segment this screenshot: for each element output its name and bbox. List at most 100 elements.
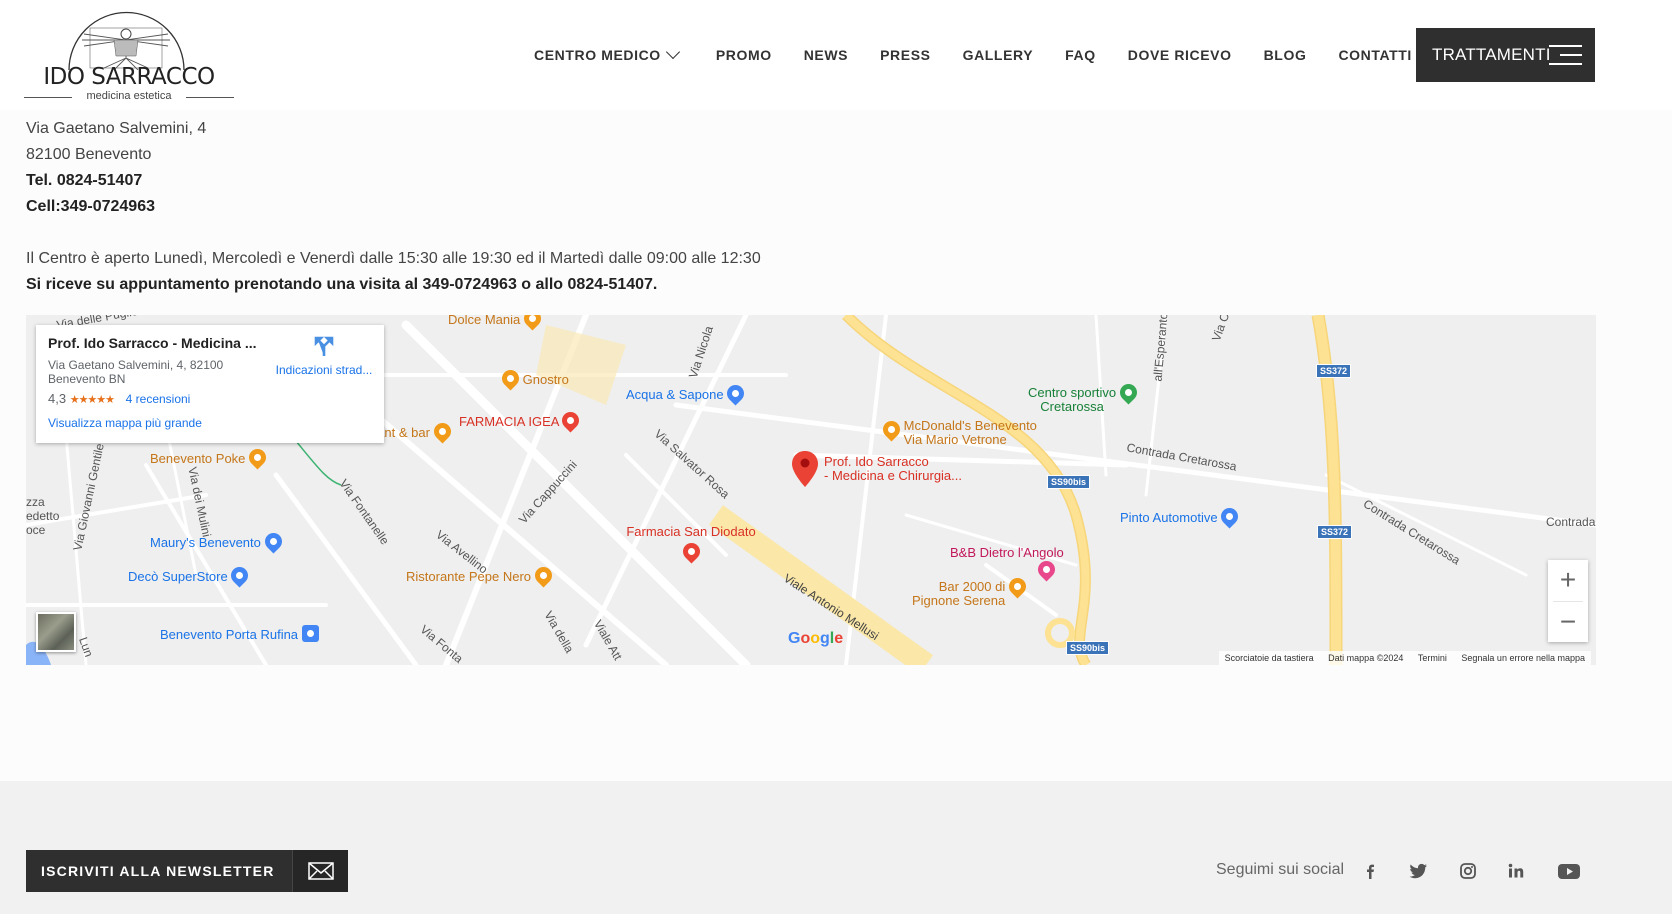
poi-bb-dietro-angolo[interactable]: B&B Dietro l'Angolo xyxy=(950,545,1064,582)
address-line-1: Via Gaetano Salvemini, 4 xyxy=(26,120,207,137)
poi-bar-2000[interactable]: Bar 2000 di Pignone Serena xyxy=(912,574,1030,608)
poi-label: B&B Dietro l'Angolo xyxy=(950,545,1064,560)
poi-farmacia-san-diodato[interactable]: Farmacia San Diodato xyxy=(613,524,769,564)
street-label: Contrada xyxy=(1546,515,1596,529)
nav-label: FAQ xyxy=(1065,47,1096,63)
logo-subtitle: medicina estetica xyxy=(86,90,172,102)
restaurant-pin-icon xyxy=(520,315,545,331)
poi-label: Cretarossa xyxy=(1040,399,1104,414)
envelope-icon xyxy=(292,850,348,892)
map-attribution: Scorciatoie da tastiera Dati mappa ©2024… xyxy=(1218,651,1591,665)
nav-label: NEWS xyxy=(803,47,849,63)
place-rating: 4,3 ★★★★★ 4 recensioni xyxy=(48,391,372,406)
poi-label: Pinto Automotive xyxy=(1120,510,1218,525)
nav-label: CONTATTI xyxy=(1338,47,1412,63)
poi-acqua-sapone[interactable]: Acqua & Sapone xyxy=(626,381,748,406)
poi-sarracco-marker[interactable]: Prof. Ido Sarracco - Medicina e Chirurgia… xyxy=(792,451,962,487)
poi-label: Pignone Serena xyxy=(912,593,1006,608)
logo-divider-right xyxy=(186,97,234,98)
logo-name: IDO SARRACCO xyxy=(43,64,215,90)
poi-label: Farmacia San Diodato xyxy=(626,524,756,539)
trattamenti-label: TRATTAMENTI xyxy=(1432,45,1551,64)
poi-deco[interactable]: Decò SuperStore xyxy=(128,563,252,588)
poi-label: McDonald's Benevento xyxy=(903,418,1037,433)
opening-hours: Il Centro è aperto Lunedì, Mercoledì e V… xyxy=(26,250,761,267)
newsletter-label: ISCRIVITI ALLA NEWSLETTER xyxy=(41,863,275,879)
poi-label: - Medicina e Chirurgia... xyxy=(824,468,962,483)
poi-label: Maury's Benevento xyxy=(150,535,261,550)
poi-pinto-automotive[interactable]: Pinto Automotive xyxy=(1120,504,1242,529)
poi-label: Benevento Porta Rufina xyxy=(160,627,299,642)
train-station-icon xyxy=(301,625,319,643)
nav-label: BLOG xyxy=(1263,47,1307,63)
poi-mcdonalds[interactable]: McDonald's Benevento Via Mario Vetrone xyxy=(879,417,1037,447)
nav-label: CENTRO MEDICO xyxy=(534,47,661,63)
nav-blog[interactable]: BLOG xyxy=(1264,47,1307,63)
zoom-out-button[interactable]: − xyxy=(1548,602,1588,643)
nav-label: DOVE RICEVO xyxy=(1127,47,1232,63)
directions-icon xyxy=(314,336,334,356)
nav-dove-ricevo[interactable]: DOVE RICEVO xyxy=(1128,47,1232,63)
poi-maurys[interactable]: Maury's Benevento xyxy=(150,529,286,554)
site-logo[interactable]: IDO SARRACCO medicina estetica xyxy=(24,10,234,102)
youtube-icon[interactable] xyxy=(1556,859,1580,883)
vitruvian-logo-icon xyxy=(68,11,185,70)
nav-faq[interactable]: FAQ xyxy=(1065,47,1096,63)
poi-label: Decò SuperStore xyxy=(128,569,228,584)
google-logo: Google xyxy=(788,630,844,647)
street-label: zza edetto oce xyxy=(26,495,60,537)
place-info-card: Prof. Ido Sarracco - Medicina ... Via Ga… xyxy=(36,325,384,443)
hotel-pin-icon xyxy=(1034,557,1059,582)
poi-benevento-poke[interactable]: Benevento Poke xyxy=(150,445,270,470)
road-shield: SS90bis xyxy=(1066,641,1110,655)
facebook-icon[interactable] xyxy=(1358,859,1382,883)
poi-label: Ristorante Pepe Nero xyxy=(406,569,532,584)
rating-value: 4,3 xyxy=(48,391,67,406)
place-address: Via Gaetano Salvemini, 4, 82100 Benevent… xyxy=(48,358,224,386)
nav-press[interactable]: PRESS xyxy=(880,47,930,63)
poi-label: Dolce Mania xyxy=(448,315,521,327)
linkedin-icon[interactable] xyxy=(1504,859,1528,883)
newsletter-button[interactable]: ISCRIVITI ALLA NEWSLETTER xyxy=(26,850,348,892)
twitter-icon[interactable] xyxy=(1406,859,1430,883)
road-shield: SS372 xyxy=(1317,525,1353,539)
instagram-icon[interactable] xyxy=(1456,859,1480,883)
poi-label: Centro sportivo xyxy=(1028,385,1117,400)
pharmacy-pin-icon xyxy=(678,539,704,564)
nav-label: PRESS xyxy=(880,47,931,63)
social-label: Seguimi sui social xyxy=(1216,861,1345,878)
site-footer xyxy=(0,781,1672,914)
poi-dolce-mania[interactable]: Dolce Mania xyxy=(448,315,545,331)
nav-centro-medico[interactable]: CENTRO MEDICO xyxy=(534,44,680,63)
view-larger-map-link[interactable]: Visualizza mappa più grande xyxy=(48,416,372,430)
satellite-toggle-thumbnail[interactable] xyxy=(36,612,76,652)
nav-label: PROMO xyxy=(715,47,772,63)
google-map[interactable]: Dolce Mania Gnostro Acqua & Sapone FARMA… xyxy=(26,315,1596,665)
address-line-2: 82100 Benevento xyxy=(26,146,152,163)
poi-farmacia-igea[interactable]: FARMACIA IGEA xyxy=(459,408,583,433)
poi-centro-sportivo[interactable]: Centro sportivo Cretarossa xyxy=(1028,380,1141,414)
telephone: Tel. 0824-51407 xyxy=(26,172,143,189)
road-shield: SS90bis xyxy=(1047,475,1091,489)
report-error-link[interactable]: Segnala un errore nella mappa xyxy=(1461,653,1585,663)
poi-label: Benevento Poke xyxy=(150,451,246,466)
main-nav: CENTRO MEDICO PROMO NEWS PRESS GALLERY F… xyxy=(534,44,1432,66)
poi-label: Bar 2000 di xyxy=(938,579,1006,594)
nav-gallery[interactable]: GALLERY xyxy=(963,47,1034,63)
site-header: IDO SARRACCO medicina estetica CENTRO ME… xyxy=(0,0,1672,110)
terms-link[interactable]: Termini xyxy=(1418,653,1447,663)
nav-promo[interactable]: PROMO xyxy=(716,47,772,63)
poi-label: Via Mario Vetrone xyxy=(903,432,1007,447)
poi-label: Acqua & Sapone xyxy=(626,387,724,402)
poi-gnostro[interactable]: Gnostro xyxy=(498,366,569,391)
directions-button[interactable]: Indicazioni strad... xyxy=(274,335,374,377)
reviews-link[interactable]: 4 recensioni xyxy=(126,392,191,406)
star-rating-icon: ★★★★★ xyxy=(69,394,115,406)
keyboard-shortcuts-link[interactable]: Scorciatoie da tastiera xyxy=(1225,653,1314,663)
trattamenti-menu-button[interactable]: TRATTAMENTI xyxy=(1416,28,1595,82)
poi-label: Gnostro xyxy=(522,372,569,387)
nav-news[interactable]: NEWS xyxy=(804,47,848,63)
poi-porta-rufina[interactable]: Benevento Porta Rufina xyxy=(160,625,319,644)
zoom-in-button[interactable]: + xyxy=(1548,560,1588,601)
map-data-label: Dati mappa ©2024 xyxy=(1328,653,1404,663)
